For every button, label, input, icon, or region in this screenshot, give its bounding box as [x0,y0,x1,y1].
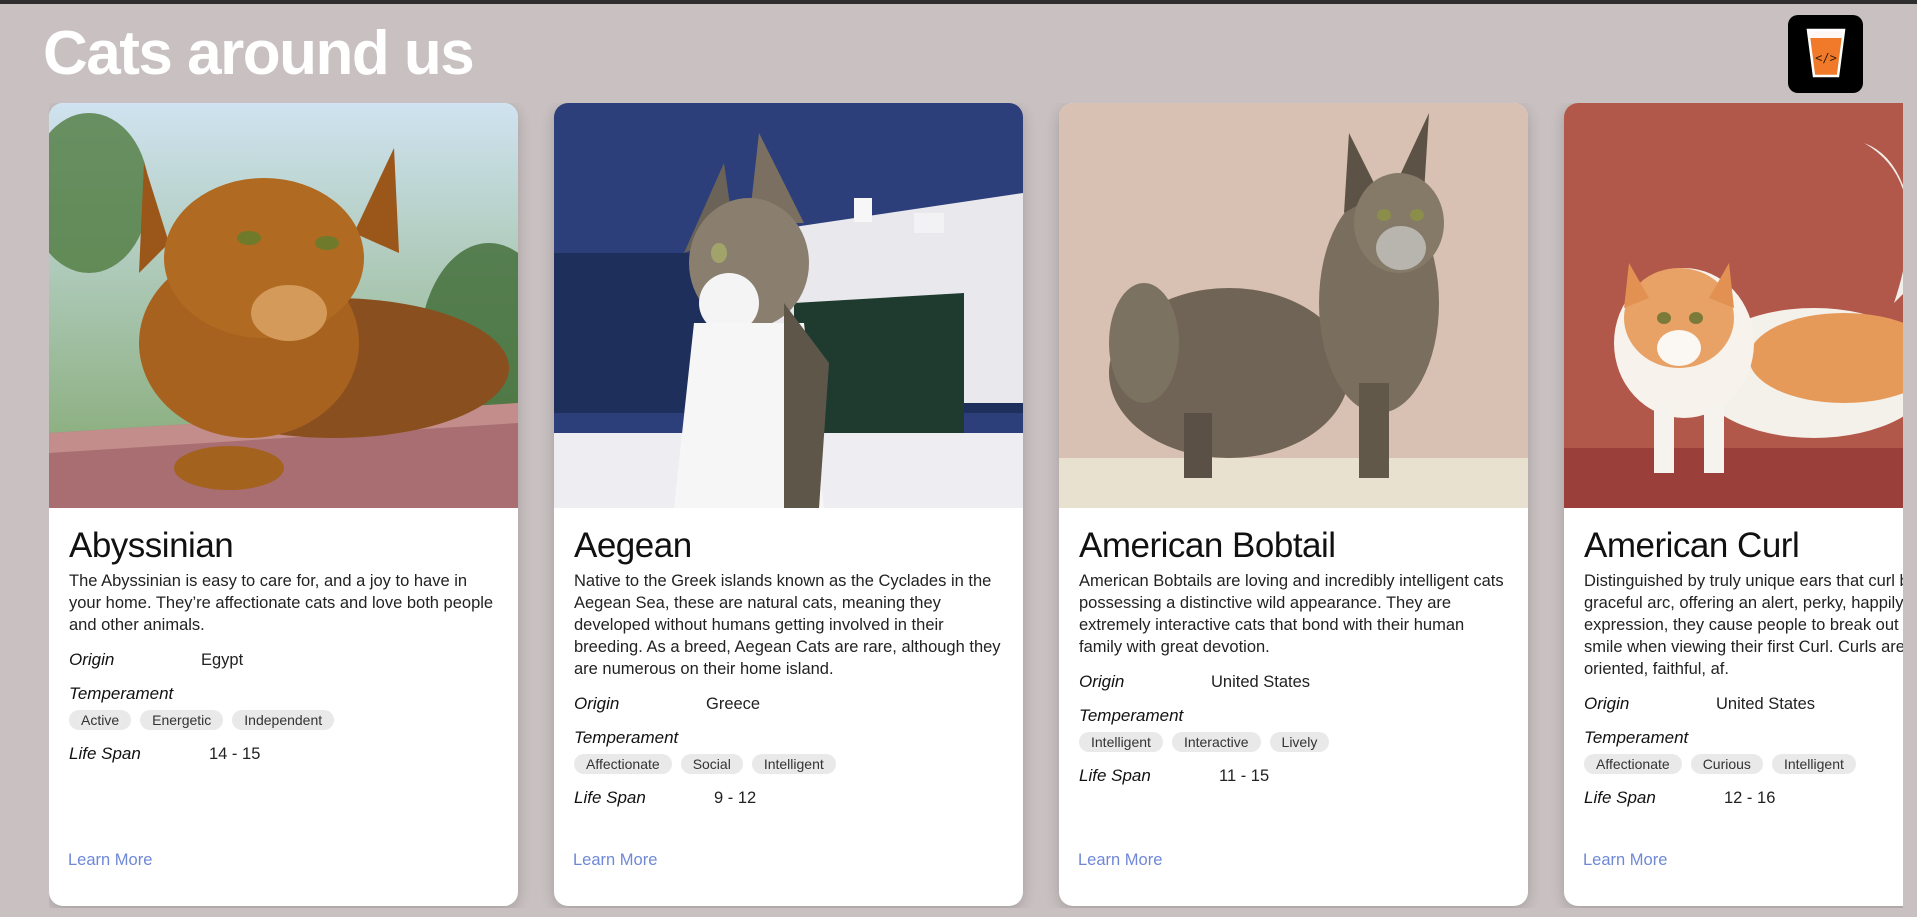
learn-more-link[interactable]: Learn More [1078,851,1162,870]
temperament-chips: Affectionate Social Intelligent [574,754,1003,774]
temperament-chip: Curious [1690,754,1763,774]
temperament-chip: Energetic [140,710,224,730]
temperament-chip: Interactive [1171,732,1261,752]
origin-row: Origin Greece [574,694,1003,714]
top-border [0,0,1917,4]
temperament-chips: Affectionate Curious Intelligent [1584,754,1903,774]
breed-card: American Curl Distinguished by truly uni… [1564,103,1903,906]
breed-description: Native to the Greek islands known as the… [574,572,1001,678]
lifespan-label: Life Span [69,744,141,763]
lifespan-value: 14 - 15 [209,745,261,763]
lifespan-row: Life Span 11 - 15 [1079,766,1508,786]
temperament-chip: Intelligent [751,754,836,774]
code-glass-icon: </> [1802,24,1850,84]
origin-row: Origin Egypt [69,650,498,670]
breed-name: American Curl [1584,526,1800,565]
lifespan-value: 9 - 12 [714,789,757,807]
temperament-label: Temperament [69,684,174,703]
lifespan-row: Life Span 14 - 15 [69,744,498,764]
temperament-chip: Intelligent [1771,754,1856,774]
lifespan-value: 12 - 16 [1724,789,1776,807]
page-title: Cats around us [43,19,475,88]
breed-name: American Bobtail [1079,526,1336,565]
svg-text:</>: </> [1815,51,1837,65]
cat-photo [1059,103,1528,508]
temperament-chip: Lively [1269,732,1330,752]
learn-more-link[interactable]: Learn More [68,851,152,870]
temperament-label: Temperament [1584,728,1689,747]
origin-value: Greece [706,695,761,713]
lifespan-value: 11 - 15 [1219,767,1270,785]
cat-photo [554,103,1023,508]
lifespan-label: Life Span [1079,766,1151,785]
temperament-chips: Active Energetic Independent [69,710,498,730]
origin-value: United States [1716,695,1816,713]
cat-photo [1564,103,1903,508]
temperament-chip: Intelligent [1079,732,1163,752]
origin-label: Origin [69,650,115,669]
learn-more-link[interactable]: Learn More [573,851,657,870]
cat-photo [49,103,518,508]
temperament-label: Temperament [574,728,679,747]
origin-label: Origin [1079,672,1125,691]
origin-label: Origin [1584,694,1630,713]
cards-carousel[interactable]: Abyssinian The Abyssinian is easy to car… [49,103,1903,908]
breed-description: Distinguished by truly unique ears that … [1584,572,1903,678]
breed-name: Abyssinian [69,526,234,565]
temperament-chip: Independent [232,710,335,730]
temperament-chip: Affectionate [574,754,672,774]
lifespan-label: Life Span [1584,788,1656,807]
temperament-chip: Affectionate [1584,754,1682,774]
breed-description: The Abyssinian is easy to care for, and … [69,572,494,634]
temperament-label: Temperament [1079,706,1184,725]
temperament-chips: Intelligent Interactive Lively [1079,732,1508,752]
origin-value: Egypt [201,651,244,669]
breed-description: American Bobtails are loving and incredi… [1079,572,1504,656]
origin-row: Origin United States [1584,694,1903,714]
lifespan-row: Life Span 12 - 16 [1584,788,1903,808]
temperament-chip: Active [69,710,132,730]
origin-label: Origin [574,694,620,713]
lifespan-label: Life Span [574,788,646,807]
breed-card: Aegean Native to the Greek islands known… [554,103,1023,906]
temperament-chip: Social [680,754,743,774]
origin-row: Origin United States [1079,672,1508,692]
breed-name: Aegean [574,526,692,565]
breed-card: American Bobtail American Bobtails are l… [1059,103,1528,906]
logo-button[interactable]: </> [1788,15,1863,93]
breed-card: Abyssinian The Abyssinian is easy to car… [49,103,518,906]
learn-more-link[interactable]: Learn More [1583,851,1667,870]
lifespan-row: Life Span 9 - 12 [574,788,1003,808]
origin-value: United States [1211,673,1311,691]
